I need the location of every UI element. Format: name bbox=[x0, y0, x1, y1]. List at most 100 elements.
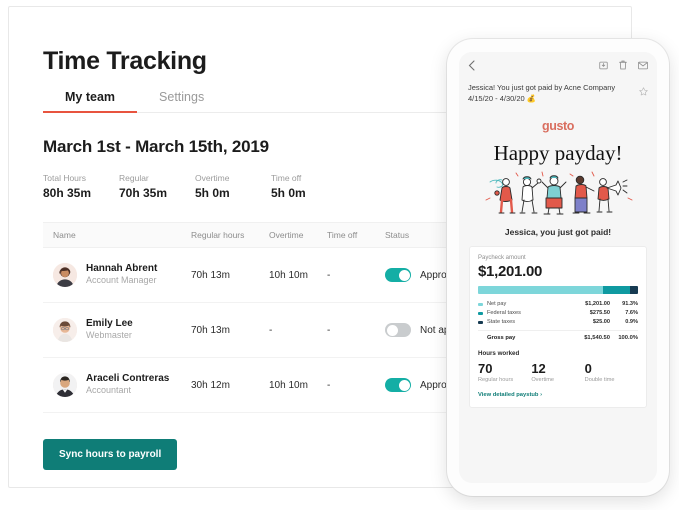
paycheck-amount-value: $1,201.00 bbox=[478, 262, 543, 280]
approval-toggle[interactable] bbox=[385, 268, 411, 282]
bar-segment-federal-taxes bbox=[602, 285, 630, 294]
regular-hours-value: 70h 13m bbox=[191, 324, 230, 336]
breakdown-row-federal-taxes: Federal taxes $275.50 7.6% bbox=[478, 309, 638, 318]
hours-worked-title: Hours worked bbox=[478, 349, 520, 357]
paycheck-card: Paycheck amount $1,201.00 Net pay $1,201… bbox=[469, 245, 647, 408]
legend-swatch-federal-taxes bbox=[478, 311, 483, 315]
hours-label: Double time bbox=[584, 376, 615, 383]
paycheck-amount-label: Paycheck amount bbox=[478, 254, 526, 261]
breakdown-row-gross-pay: Gross pay $1,540.50 100.0% bbox=[478, 329, 638, 341]
paycheck-breakdown-bar bbox=[478, 285, 638, 294]
breakdown-row-net-pay: Net pay $1,201.00 91.3% bbox=[478, 300, 638, 309]
tab-settings[interactable]: Settings bbox=[137, 90, 226, 113]
breakdown-value: $275.50 bbox=[589, 310, 610, 317]
column-header-regular-hours: Regular hours bbox=[191, 230, 245, 240]
mail-subject-text: Jessica! You just got paid by Acne Compa… bbox=[468, 83, 616, 103]
archive-icon[interactable] bbox=[599, 61, 608, 70]
summary-item-overtime: Overtime 5h 0m bbox=[195, 173, 271, 200]
celebration-illustration bbox=[485, 171, 633, 215]
employee-name-cell: Emily Lee Webmaster bbox=[43, 318, 191, 342]
employee-name-cell: Hannah Abrent Account Manager bbox=[43, 263, 191, 287]
summary-label: Total Hours bbox=[43, 173, 86, 183]
gross-pay-label: Gross pay bbox=[487, 334, 516, 341]
hours-worked-grid: 70 Regular hours 12 Overtime 0 Double ti… bbox=[478, 362, 638, 383]
employee-role: Accountant bbox=[86, 385, 132, 396]
star-icon[interactable] bbox=[639, 83, 648, 101]
breakdown-percent: 91.3% bbox=[622, 301, 638, 308]
summary-label: Overtime bbox=[195, 173, 230, 183]
breakdown-label: State taxes bbox=[487, 319, 515, 326]
breakdown-label: Federal taxes bbox=[487, 310, 521, 317]
employee-role: Account Manager bbox=[86, 275, 157, 286]
legend-swatch-net-pay bbox=[478, 302, 483, 306]
summary-item-regular: Regular 70h 35m bbox=[119, 173, 195, 200]
column-header-name: Name bbox=[53, 230, 76, 240]
payday-headline: Happy payday! bbox=[493, 140, 623, 165]
employee-name: Emily Lee bbox=[86, 317, 133, 329]
breakdown-row-state-taxes: State taxes $25.00 0.9% bbox=[478, 318, 638, 327]
time-off-value: - bbox=[327, 324, 331, 336]
avatar bbox=[53, 263, 77, 287]
summary-value: 80h 35m bbox=[43, 186, 92, 200]
employee-role: Webmaster bbox=[86, 330, 132, 341]
view-detailed-paystub-link[interactable]: View detailed paystub › bbox=[478, 392, 638, 398]
overtime-value: 10h 10m bbox=[269, 379, 308, 391]
breakdown-percent: 0.9% bbox=[625, 319, 638, 326]
mail-subject-row: Jessica! You just got paid by Acne Compa… bbox=[459, 78, 657, 113]
approval-toggle[interactable] bbox=[385, 378, 411, 392]
toggle-knob bbox=[398, 379, 410, 391]
employee-name-cell: Araceli Contreras Accountant bbox=[43, 373, 191, 397]
approval-toggle[interactable] bbox=[385, 323, 411, 337]
sync-hours-to-payroll-button[interactable]: Sync hours to payroll bbox=[43, 439, 178, 470]
summary-value: 5h 0m bbox=[271, 186, 306, 200]
summary-label: Time off bbox=[271, 173, 302, 183]
email-body: gusto Happy payday! Jessica, you just go… bbox=[459, 112, 657, 408]
hours-item-overtime: 12 Overtime bbox=[531, 362, 584, 383]
mail-toolbar-icons bbox=[599, 60, 648, 70]
summary-value: 5h 0m bbox=[195, 186, 230, 200]
column-header-time-off: Time off bbox=[327, 230, 358, 240]
gross-pay-percent: 100.0% bbox=[618, 334, 638, 341]
phone-screen: Jessica! You just got paid by Acne Compa… bbox=[459, 52, 657, 483]
phone-mockup: Jessica! You just got paid by Acne Compa… bbox=[447, 39, 669, 496]
avatar bbox=[53, 318, 77, 342]
regular-hours-value: 70h 13m bbox=[191, 269, 230, 281]
employee-name: Hannah Abrent bbox=[86, 262, 158, 274]
bar-segment-net-pay bbox=[478, 285, 603, 294]
hours-item-double-time: 0 Double time bbox=[585, 362, 638, 383]
summary-label: Regular bbox=[119, 173, 149, 183]
column-header-overtime: Overtime bbox=[269, 230, 304, 240]
time-off-value: - bbox=[327, 379, 331, 391]
bar-segment-state-taxes bbox=[629, 285, 638, 294]
overtime-value: - bbox=[269, 324, 273, 336]
mail-icon[interactable] bbox=[638, 61, 648, 70]
chevron-left-icon[interactable] bbox=[468, 59, 475, 71]
toggle-knob bbox=[398, 269, 410, 281]
trash-icon[interactable] bbox=[619, 60, 627, 70]
hours-label: Overtime bbox=[531, 376, 555, 383]
employee-name: Araceli Contreras bbox=[86, 372, 170, 384]
avatar bbox=[53, 373, 77, 397]
greeting-text: Jessica, you just got paid! bbox=[504, 226, 612, 237]
gusto-logo: gusto bbox=[541, 118, 575, 133]
summary-item-time-off: Time off 5h 0m bbox=[271, 173, 347, 200]
breakdown-percent: 7.6% bbox=[625, 310, 638, 317]
breakdown-value: $25.00 bbox=[592, 319, 610, 326]
summary-value: 70h 35m bbox=[119, 186, 168, 200]
hours-number: 70 bbox=[478, 360, 493, 376]
regular-hours-value: 30h 12m bbox=[191, 379, 230, 391]
summary-item-total-hours: Total Hours 80h 35m bbox=[43, 173, 119, 200]
mail-toolbar bbox=[459, 52, 657, 78]
time-off-value: - bbox=[327, 269, 331, 281]
toggle-knob bbox=[386, 324, 398, 336]
tab-my-team[interactable]: My team bbox=[43, 90, 137, 113]
overtime-value: 10h 10m bbox=[269, 269, 308, 281]
hours-number: 12 bbox=[531, 360, 546, 376]
gross-pay-value: $1,540.50 bbox=[584, 334, 610, 341]
hours-label: Regular hours bbox=[478, 376, 514, 383]
hours-item-regular: 70 Regular hours bbox=[478, 362, 531, 383]
breakdown-label: Net pay bbox=[487, 301, 507, 308]
hours-number: 0 bbox=[584, 360, 592, 376]
legend-swatch-state-taxes bbox=[478, 320, 483, 324]
breakdown-value: $1,201.00 bbox=[585, 301, 610, 308]
